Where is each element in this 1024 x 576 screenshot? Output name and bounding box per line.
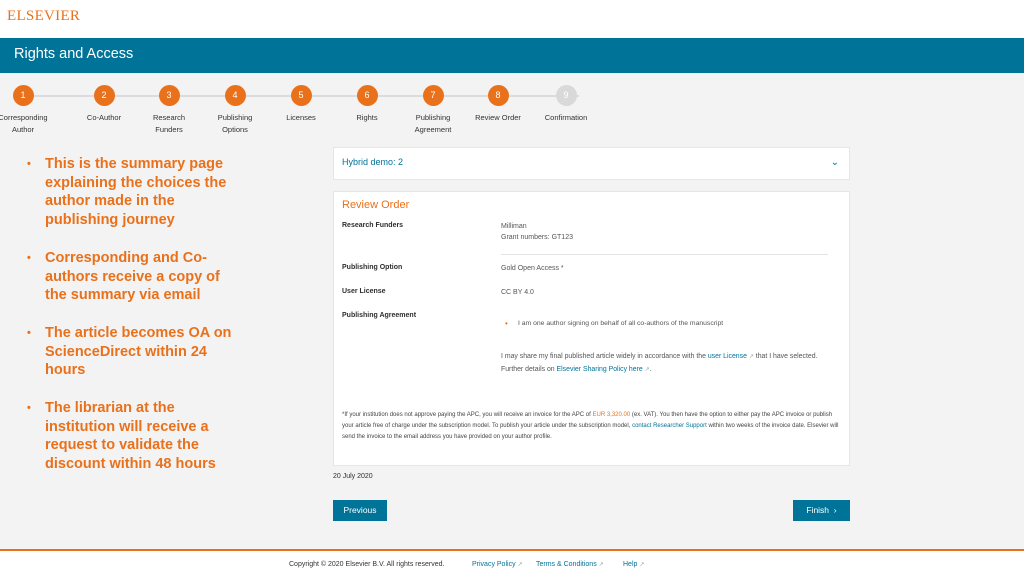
research-funders-label: Research Funders <box>342 222 404 229</box>
researcher-support-link[interactable]: contact Researcher Support <box>632 423 707 429</box>
previous-button[interactable]: Previous <box>333 500 387 521</box>
external-link-icon: ↗ <box>644 366 650 373</box>
terms-conditions-link[interactable]: Terms & Conditions ↗ <box>536 561 604 568</box>
bullet-item: • Corresponding and Co-authors receive a … <box>27 249 220 304</box>
bullet-dot-icon: • <box>27 158 31 170</box>
step-number: 1 <box>12 85 34 106</box>
apc-footnote: *If your institution does not approve pa… <box>342 412 839 440</box>
external-link-icon: ↗ <box>639 562 645 568</box>
chevron-down-icon[interactable]: ⌄ <box>831 157 839 168</box>
top-bar: ELSEVIER <box>0 0 1024 38</box>
copyright-text: Copyright © 2020 Elsevier B.V. All right… <box>289 561 445 568</box>
step-9: 9 Confirmation <box>526 85 606 124</box>
review-order-title: Review Order <box>342 199 410 211</box>
bullet-item: • The article becomes OA on ScienceDirect… <box>27 324 232 379</box>
bullet-dot-icon: • <box>27 402 31 415</box>
step-1[interactable]: 1 Corresponding Author <box>0 85 63 136</box>
step-number: 3 <box>158 85 180 106</box>
elsevier-logo[interactable]: ELSEVIER <box>7 8 80 25</box>
page-footer: Copyright © 2020 Elsevier B.V. All right… <box>0 551 1024 576</box>
divider <box>501 254 828 255</box>
progress-stepper: 1 Corresponding Author 2 Co-Author 3 Rese… <box>0 73 1024 143</box>
research-funders-value: Milliman Grant numbers: GT123 <box>501 223 573 241</box>
summary-bullets: • This is the summary page explaining the… <box>24 155 234 493</box>
user-license-link[interactable]: user License <box>708 353 747 360</box>
sharing-statement: I may share my final published article w… <box>501 353 818 373</box>
finish-label: Finish <box>806 505 830 515</box>
user-license-label: User License <box>342 288 386 295</box>
bullet-item: • The librarian at the institution will r… <box>27 400 216 473</box>
external-link-icon: ↗ <box>598 562 604 568</box>
step-label: Corresponding Author <box>0 113 48 134</box>
help-link[interactable]: Help ↗ <box>623 561 644 568</box>
title-bar: Rights and Access <box>0 38 1024 73</box>
sharing-policy-link[interactable]: Elsevier Sharing Policy here <box>557 366 643 373</box>
bullet-dot-icon: • <box>27 326 31 339</box>
review-order-panel: Review Order Research Funders Milliman Gr… <box>333 191 850 466</box>
hybrid-demo-label: Hybrid demo: 2 <box>342 157 404 167</box>
step-number: 7 <box>422 85 444 106</box>
order-date: 20 July 2020 <box>333 473 373 480</box>
publishing-agreement-value: I am one author signing on behalf of all… <box>518 320 724 327</box>
user-license-value: CC BY 4.0 <box>501 289 534 296</box>
bullet-dot-icon: • <box>505 319 508 328</box>
bullet-dot-icon: • <box>27 251 31 264</box>
hybrid-demo-accordion[interactable]: Hybrid demo: 2 ⌄ <box>333 147 850 180</box>
apc-amount: EUR 3,320.00 <box>592 412 631 418</box>
finish-button[interactable]: Finish › <box>793 500 850 521</box>
step-number: 4 <box>224 85 246 106</box>
publishing-option-value: Gold Open Access * <box>501 265 564 272</box>
step-number: 2 <box>93 85 115 106</box>
step-label: Confirmation <box>544 113 588 122</box>
publishing-agreement-label: Publishing Agreement <box>342 312 417 319</box>
step-number: 8 <box>487 85 509 106</box>
page-title: Rights and Access <box>14 46 134 62</box>
external-link-icon: ↗ <box>748 354 754 360</box>
step-number: 9 <box>555 85 577 106</box>
external-link-icon: ↗ <box>517 562 523 568</box>
privacy-policy-link[interactable]: Privacy Policy ↗ <box>472 561 523 568</box>
step-number: 5 <box>290 85 312 106</box>
publishing-option-label: Publishing Option <box>342 264 403 271</box>
bullet-item: • This is the summary page explaining the… <box>27 156 227 229</box>
chevron-right-icon: › <box>831 505 837 515</box>
step-number: 6 <box>356 85 378 106</box>
